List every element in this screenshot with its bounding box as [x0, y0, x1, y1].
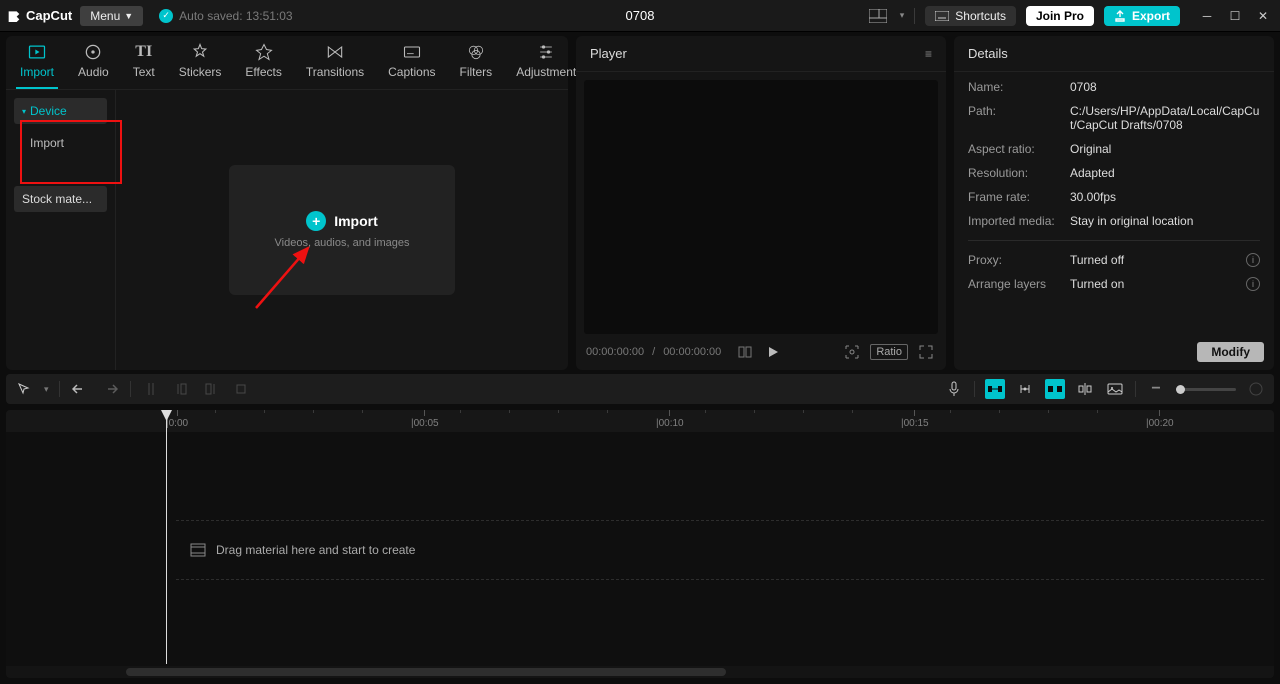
import-drop-zone[interactable]: + Import Videos, audios, and images [229, 165, 455, 295]
tab-captions[interactable]: Captions [384, 42, 439, 89]
sidebar-item-stock-material[interactable]: Stock mate... [14, 186, 107, 212]
transitions-icon [325, 42, 345, 62]
fullscreen-icon[interactable] [916, 342, 936, 362]
caret-down-icon: ▾ [22, 107, 26, 116]
close-button[interactable]: ✕ [1252, 5, 1274, 27]
timeline-scrollbar[interactable] [6, 666, 1274, 678]
capcut-logo-icon [6, 8, 22, 24]
detail-path: C:/Users/HP/AppData/Local/CapCut/CapCut … [1070, 104, 1260, 132]
info-icon[interactable]: i [1246, 253, 1260, 267]
zoom-out-icon[interactable]: − [1146, 379, 1166, 399]
scan-icon[interactable] [842, 342, 862, 362]
delete-left-icon[interactable] [171, 379, 191, 399]
mic-icon[interactable] [944, 379, 964, 399]
film-icon [190, 543, 206, 557]
player-menu-icon[interactable]: ≡ [925, 47, 932, 61]
modify-button[interactable]: Modify [1197, 342, 1264, 362]
export-icon [1114, 10, 1126, 22]
import-area: + Import Videos, audios, and images [116, 90, 568, 370]
detail-proxy: Turned off [1070, 253, 1124, 267]
keyboard-icon [935, 11, 949, 21]
auto-snap-icon[interactable] [1015, 379, 1035, 399]
timeline-drop-hint: Drag material here and start to create [176, 520, 1264, 580]
chevron-down-icon: ▼ [124, 11, 133, 21]
split-icon[interactable] [141, 379, 161, 399]
detail-aspect: Original [1070, 142, 1111, 156]
preview-axis-icon[interactable] [1075, 379, 1095, 399]
detail-resolution: Adapted [1070, 166, 1115, 180]
timeline-tracks[interactable]: Drag material here and start to create [6, 432, 1274, 664]
delete-icon[interactable] [231, 379, 251, 399]
app-name: CapCut [26, 8, 72, 23]
player-duration: 00:00:00:00 [663, 346, 721, 358]
text-icon: TI [134, 42, 154, 62]
tab-effects[interactable]: Effects [241, 42, 285, 89]
tab-audio[interactable]: Audio [74, 42, 113, 89]
tool-tabs: Import Audio TI Text Stickers Effects [6, 36, 568, 90]
zoom-in-icon[interactable] [1246, 379, 1266, 399]
tab-adjustment[interactable]: Adjustment [512, 42, 580, 89]
divider [914, 8, 915, 24]
chevron-down-icon[interactable]: ▾ [44, 384, 49, 395]
details-title: Details [954, 36, 1274, 72]
tab-stickers[interactable]: Stickers [175, 42, 226, 89]
export-button[interactable]: Export [1104, 6, 1180, 26]
player-panel: Player ≡ 00:00:00:00 / 00:00:00:00 Ratio [576, 36, 946, 370]
undo-icon[interactable] [70, 379, 90, 399]
play-button[interactable] [763, 342, 783, 362]
info-icon[interactable]: i [1246, 277, 1260, 291]
player-title: Player [590, 46, 627, 61]
magnet-main-icon[interactable] [985, 379, 1005, 399]
plus-icon: + [306, 211, 326, 231]
maximize-button[interactable]: ☐ [1224, 5, 1246, 27]
effects-icon [254, 42, 274, 62]
compare-icon[interactable] [735, 342, 755, 362]
linkage-icon[interactable] [1045, 379, 1065, 399]
detail-fps: 30.00fps [1070, 190, 1116, 204]
project-title: 0708 [626, 8, 655, 23]
ratio-button[interactable]: Ratio [870, 344, 908, 360]
sidebar-item-device[interactable]: ▾ Device [14, 98, 107, 124]
filters-icon [466, 42, 486, 62]
sidebar-item-import[interactable]: Import [14, 130, 107, 156]
detail-arrange-layers: Turned on [1070, 277, 1124, 291]
detail-imported-media: Stay in original location [1070, 214, 1193, 228]
tab-transitions[interactable]: Transitions [302, 42, 368, 89]
cursor-tool-icon[interactable] [14, 379, 34, 399]
player-viewport[interactable] [584, 80, 938, 334]
timeline-ruler[interactable]: |0:00|00:05|00:10|00:15|00:20 [6, 410, 1274, 432]
stickers-icon [190, 42, 210, 62]
media-sidebar: ▾ Device Import Stock mate... [6, 90, 116, 370]
check-icon: ✓ [159, 9, 173, 23]
details-panel: Details Name:0708 Path:C:/Users/HP/AppDa… [954, 36, 1274, 370]
delete-right-icon[interactable] [201, 379, 221, 399]
shortcuts-button[interactable]: Shortcuts [925, 6, 1016, 26]
import-icon [27, 42, 47, 62]
chevron-down-icon[interactable]: ▾ [900, 10, 905, 21]
app-logo: CapCut [6, 8, 72, 24]
audio-icon [83, 42, 103, 62]
captions-icon [402, 42, 422, 62]
tab-text[interactable]: TI Text [129, 42, 159, 89]
tab-import[interactable]: Import [16, 42, 58, 89]
join-pro-button[interactable]: Join Pro [1026, 6, 1094, 26]
autosave-status: ✓ Auto saved: 13:51:03 [159, 9, 292, 23]
media-panel: Import Audio TI Text Stickers Effects [6, 36, 568, 370]
layout-icon[interactable] [866, 4, 890, 28]
title-bar: CapCut Menu ▼ ✓ Auto saved: 13:51:03 070… [0, 0, 1280, 32]
minimize-button[interactable]: ─ [1196, 5, 1218, 27]
player-current-time: 00:00:00:00 [586, 346, 644, 358]
adjustment-icon [536, 42, 556, 62]
cover-icon[interactable] [1105, 379, 1125, 399]
detail-name: 0708 [1070, 80, 1097, 94]
tab-filters[interactable]: Filters [456, 42, 497, 89]
player-controls: 00:00:00:00 / 00:00:00:00 Ratio [576, 338, 946, 370]
redo-icon[interactable] [100, 379, 120, 399]
zoom-slider[interactable] [1176, 388, 1236, 391]
menu-button[interactable]: Menu ▼ [80, 6, 143, 26]
timeline-toolbar: ▾ − [6, 374, 1274, 404]
scrollbar-thumb[interactable] [126, 668, 726, 676]
timeline[interactable]: |0:00|00:05|00:10|00:15|00:20 Drag mater… [6, 410, 1274, 678]
